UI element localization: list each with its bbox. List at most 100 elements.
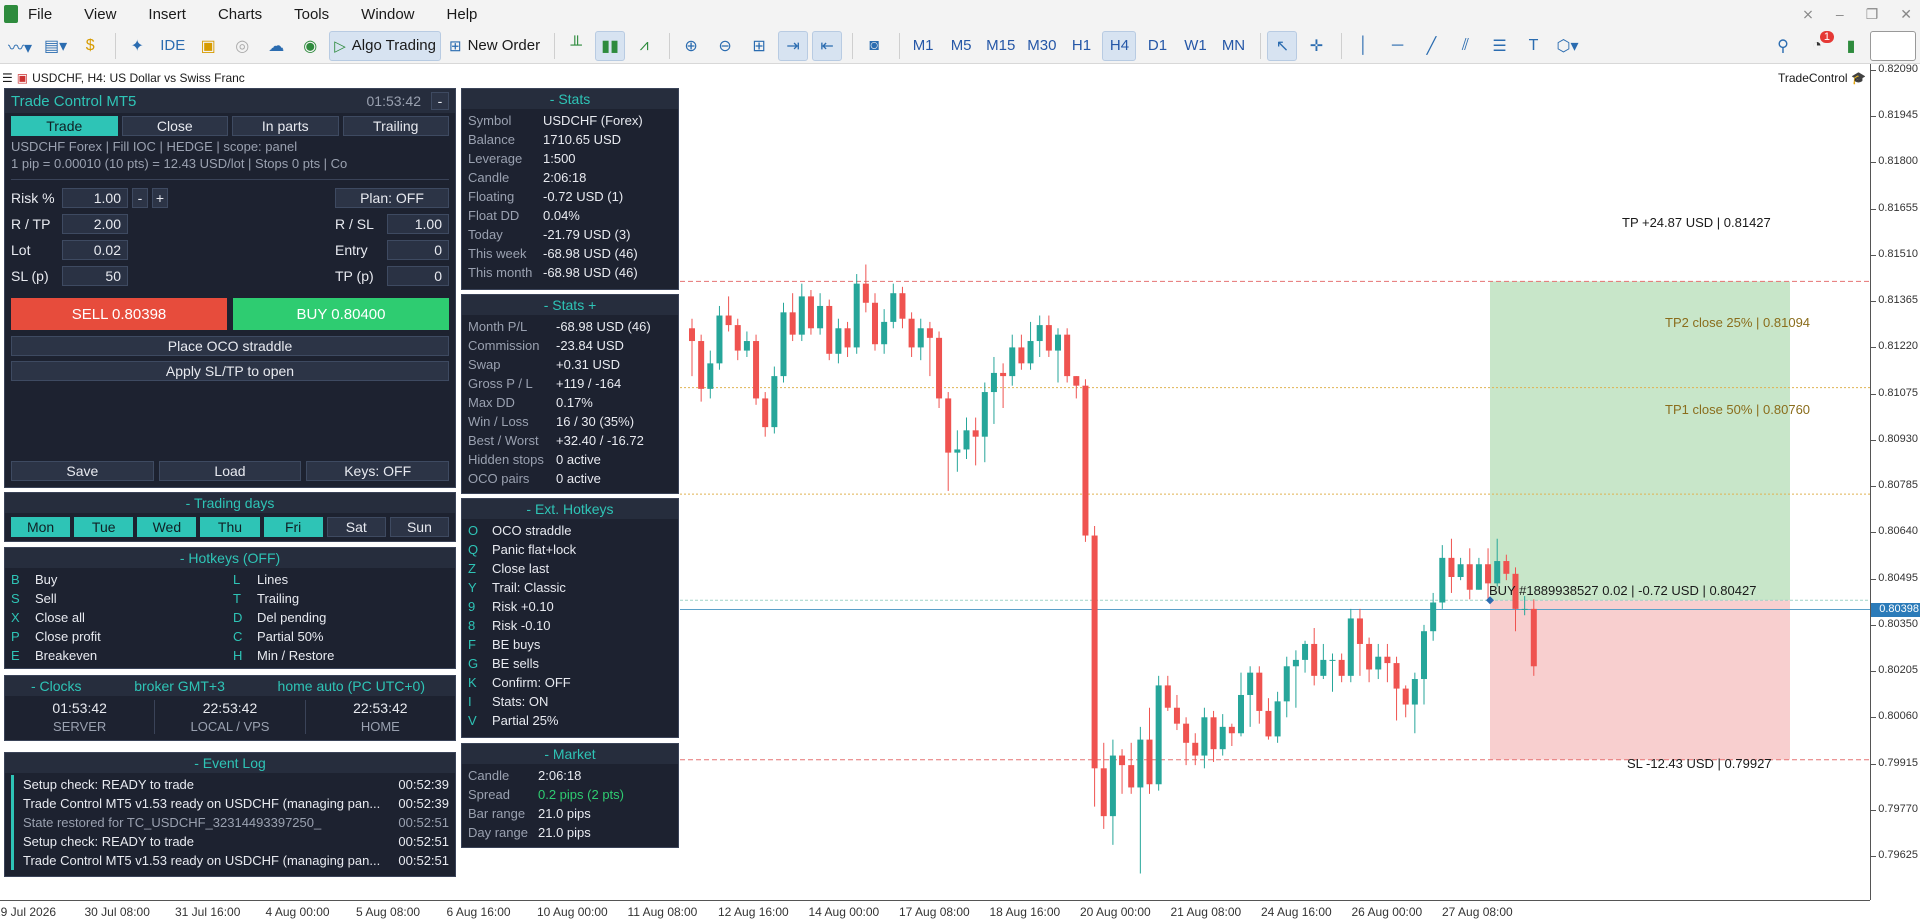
tab-trade[interactable]: Trade <box>11 116 118 136</box>
hotkey-action: Breakeven <box>35 648 98 663</box>
restore-icon[interactable]: ❐ <box>1866 6 1879 23</box>
risk-input[interactable]: 1.00 <box>62 188 128 208</box>
tab-trailing[interactable]: Trailing <box>342 116 449 136</box>
notifications-icon[interactable]: ◔ 1 <box>1802 30 1834 61</box>
price-axis[interactable]: 0.82090 0.81945 0.81800 0.81655 0.81510 0.813… <box>1870 63 1920 900</box>
signals-icon[interactable]: ◎ <box>227 31 257 61</box>
apply-sltp-button[interactable]: Apply SL/TP to open <box>11 361 449 381</box>
timeframe-mn[interactable]: MN <box>1216 31 1250 61</box>
hotkey-action: Min / Restore <box>257 648 335 663</box>
hotkey-action: Close profit <box>35 629 101 644</box>
day-sun[interactable]: Sun <box>389 517 449 537</box>
buy-position-label[interactable]: BUY #1889938527 0.02 | -0.72 USD | 0.804… <box>1489 583 1756 598</box>
oco-straddle-button[interactable]: Place OCO straddle <box>11 336 449 356</box>
market-title: - Market <box>462 744 678 764</box>
load-button[interactable]: Load <box>158 461 302 481</box>
sl-label[interactable]: SL -12.43 USD | 0.79927 <box>1627 756 1772 771</box>
channel-icon[interactable]: ⫽ <box>1450 31 1480 61</box>
crosshair-icon[interactable]: ✛ <box>1301 31 1331 61</box>
algo-trading-button[interactable]: ▷ Algo Trading <box>329 30 441 61</box>
entry-input[interactable]: 0 <box>387 240 449 260</box>
price-tick-mark <box>1871 671 1877 673</box>
timeframe-m30[interactable]: M30 <box>1023 31 1060 61</box>
save-button[interactable]: Save <box>11 461 154 481</box>
menu-file[interactable]: File <box>28 6 52 23</box>
day-mon[interactable]: Mon <box>11 517 71 537</box>
signal-level-icon[interactable]: ▮ <box>1836 31 1866 61</box>
tp-pips-input[interactable]: 0 <box>387 266 449 286</box>
minimize-panel-button[interactable]: - <box>431 92 449 110</box>
candle-body <box>990 372 997 393</box>
menu-insert[interactable]: Insert <box>148 6 186 23</box>
candles-icon[interactable]: ▮▮ <box>595 30 626 61</box>
risk-minus-button[interactable]: - <box>132 188 148 208</box>
zoom-in-icon[interactable]: ⊕ <box>676 31 706 61</box>
grid-icon[interactable]: ⊞ <box>744 31 774 61</box>
tp2-label[interactable]: TP2 close 25% | 0.81094 <box>1665 315 1810 330</box>
chart-shift-icon[interactable]: ⇤ <box>812 30 843 61</box>
plan-toggle-button[interactable]: Plan: OFF <box>335 188 449 208</box>
tp1-label[interactable]: TP1 close 50% | 0.80760 <box>1665 402 1810 417</box>
timeframe-h1[interactable]: H1 <box>1064 31 1098 61</box>
account-icon[interactable] <box>1870 30 1916 61</box>
menu-tools[interactable]: Tools <box>294 6 329 23</box>
day-sat[interactable]: Sat <box>326 517 386 537</box>
timeframe-m1[interactable]: M1 <box>906 31 940 61</box>
risk-plus-button[interactable]: + <box>152 188 168 208</box>
minimize-icon[interactable]: – <box>1836 6 1844 22</box>
cloud-icon[interactable]: ☁ <box>261 31 291 61</box>
vertical-line-icon[interactable]: │ <box>1348 31 1378 61</box>
day-fri[interactable]: Fri <box>263 517 323 537</box>
bars-icon[interactable]: ╨ <box>561 31 591 61</box>
autoscroll-icon[interactable]: ⇥ <box>778 30 809 61</box>
separator <box>852 32 854 59</box>
horizontal-line-icon[interactable]: ─ <box>1382 31 1412 61</box>
menu-window[interactable]: Window <box>361 6 414 23</box>
buy-button[interactable]: BUY 0.80400 <box>233 298 449 330</box>
menu-help[interactable]: Help <box>447 6 478 23</box>
stat-value: -23.84 USD <box>556 338 624 353</box>
chart-type-icon[interactable]: ▤▾ <box>40 31 71 61</box>
day-thu[interactable]: Thu <box>200 517 260 537</box>
fibonacci-icon[interactable]: ☰ <box>1484 31 1514 61</box>
signal-icon[interactable]: ⨯ <box>1802 6 1814 23</box>
timeframe-w1[interactable]: W1 <box>1178 31 1212 61</box>
wizard-icon[interactable]: ✦ <box>122 31 152 61</box>
ext-hotkey-row: 9 Risk +0.10 <box>462 597 678 616</box>
screenshot-icon[interactable]: ◙ <box>859 31 889 61</box>
menu-charts[interactable]: Charts <box>218 6 262 23</box>
new-order-button[interactable]: ⊞ New Order <box>445 31 544 61</box>
timeframe-m15[interactable]: M15 <box>982 31 1019 61</box>
sell-button[interactable]: SELL 0.80398 <box>11 298 227 330</box>
rsl-input[interactable]: 1.00 <box>387 214 449 234</box>
menu-view[interactable]: View <box>84 6 116 23</box>
cursor-icon[interactable]: ↖ <box>1267 30 1298 61</box>
text-icon[interactable]: T <box>1518 31 1548 61</box>
lot-input[interactable]: 0.02 <box>62 240 128 260</box>
sl-pips-input[interactable]: 50 <box>62 266 128 286</box>
tab-in-parts[interactable]: In parts <box>232 116 339 136</box>
timeframe-m5[interactable]: M5 <box>944 31 978 61</box>
vps-icon[interactable]: ◉ <box>295 31 325 61</box>
timeframe-d1[interactable]: D1 <box>1140 31 1174 61</box>
timeframe-h4[interactable]: H4 <box>1102 30 1137 61</box>
rtp-input[interactable]: 2.00 <box>62 214 128 234</box>
time-axis[interactable]: 29 Jul 2026 30 Jul 08:00 31 Jul 16:00 4 Aug… <box>0 900 1870 923</box>
tab-close[interactable]: Close <box>121 116 228 136</box>
zoom-out-icon[interactable]: ⊖ <box>710 31 740 61</box>
indicators-icon[interactable]: 〰▾ <box>4 31 36 61</box>
close-icon[interactable]: ✕ <box>1900 6 1912 23</box>
day-wed[interactable]: Wed <box>137 517 197 537</box>
keys-toggle-button[interactable]: Keys: OFF <box>306 461 450 481</box>
search-icon[interactable]: ⚲ <box>1768 31 1798 61</box>
day-tue[interactable]: Tue <box>74 517 134 537</box>
ide-button[interactable]: IDE <box>156 31 189 61</box>
line-chart-icon[interactable]: ⩘ <box>629 31 659 61</box>
shop-icon[interactable]: ▣ <box>193 31 223 61</box>
candle-body <box>1302 643 1309 660</box>
trendline-icon[interactable]: ╱ <box>1416 31 1446 61</box>
price-tick-label: 0.81655 <box>1871 202 1918 214</box>
shapes-icon[interactable]: ⬡▾ <box>1552 31 1582 61</box>
market-icon[interactable]: $ <box>75 31 105 61</box>
tp-label[interactable]: TP +24.87 USD | 0.81427 <box>1622 215 1771 230</box>
